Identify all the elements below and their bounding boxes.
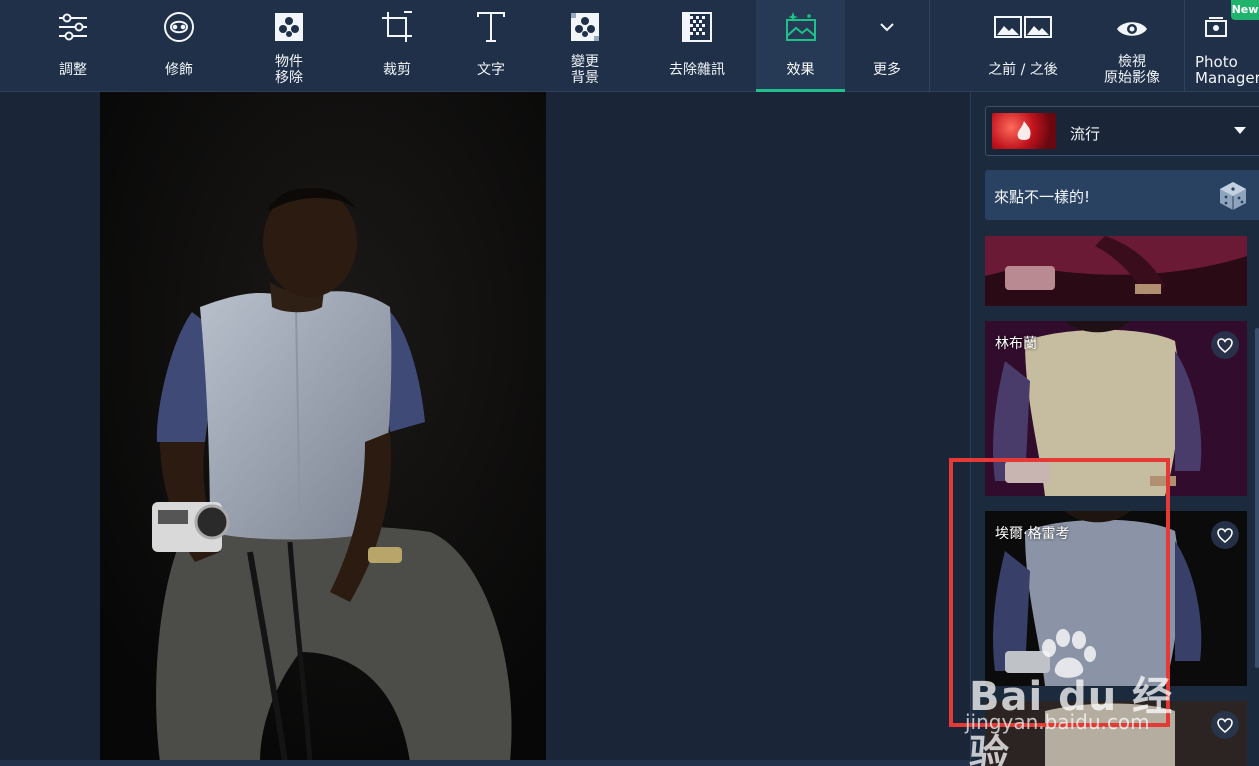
tool-denoise[interactable]: 去除雜訊 [650,0,744,92]
heart-icon [1217,528,1233,543]
caret-down-icon [1234,127,1246,134]
toolbar-divider [1184,0,1185,92]
tool-label: 物件 移除 [275,54,303,86]
effect-card[interactable]: 林布蘭 [985,321,1247,496]
tool-label: 去除雜訊 [669,62,725,78]
tool-before-after[interactable]: 之前 / 之後 [976,0,1070,92]
new-badge: New [1231,0,1259,20]
panel-scrollbar[interactable] [1255,328,1259,668]
eye-icon [1117,22,1147,36]
category-value: 流行 [1070,125,1101,143]
text-icon [477,12,505,42]
tool-view-original[interactable]: 檢視 原始影像 [1090,0,1174,92]
surprise-label: 來點不一樣的! [994,188,1091,206]
tool-label: 之前 / 之後 [988,62,1058,78]
face-icon [164,12,194,42]
watermark-url: jingyan.baidu.com [965,710,1150,734]
effects-icon [785,12,816,41]
tool-label: 修飾 [165,62,193,78]
dice-icon [1220,182,1246,210]
tool-label: 裁剪 [383,62,411,78]
top-toolbar: 調整 修飾 物件 移除 裁剪 文字 變更 背景 去除雜訊 效果 更多 之前 / … [0,0,1259,92]
crop-icon [382,11,412,42]
tool-adjust[interactable]: 調整 [28,0,118,92]
surprise-me-button[interactable]: 來點不一樣的! [985,170,1259,220]
background-icon [571,13,599,41]
tool-label: 調整 [59,62,87,78]
effect-thumbnail [985,236,1247,306]
photo-content [100,92,546,762]
tool-photo-manager[interactable]: Photo Manager New [1186,0,1259,92]
tool-effects[interactable]: 效果 [756,0,845,92]
heart-icon [1217,718,1233,733]
denoise-icon [682,12,712,42]
effect-name: 林布蘭 [995,336,1037,352]
tool-label: 更多 [873,62,901,78]
favorite-button[interactable] [1211,331,1239,359]
tool-label: 變更 背景 [571,54,599,86]
tool-text[interactable]: 文字 [446,0,536,92]
status-bar [0,760,970,766]
tool-label: 文字 [477,62,505,78]
effect-card[interactable] [985,236,1247,306]
toolbar-divider [929,0,930,92]
category-thumbnail [992,113,1056,149]
favorite-button[interactable] [1211,521,1239,549]
tool-label: 效果 [786,62,815,78]
flame-icon [1017,121,1031,140]
baidu-watermark: Bai du 经验 jingyan.baidu.com [965,628,1195,766]
tool-retouch[interactable]: 修飾 [134,0,224,92]
chevron-down-icon [880,23,894,32]
tool-label: Photo Manager [1195,53,1259,87]
effect-category-dropdown[interactable]: 流行 [985,106,1259,156]
favorite-button[interactable] [1211,711,1239,739]
photo-manager-icon [1205,17,1227,37]
heart-icon [1217,338,1233,353]
object-remove-icon [275,13,303,41]
edited-photo[interactable] [100,92,546,762]
sliders-icon [59,13,87,41]
tool-change-background[interactable]: 變更 背景 [540,0,630,92]
before-after-icon [994,16,1052,38]
tool-object-removal[interactable]: 物件 移除 [244,0,334,92]
tool-crop[interactable]: 裁剪 [352,0,442,92]
tool-label: 檢視 原始影像 [1104,54,1160,86]
tool-more[interactable]: 更多 [846,0,928,92]
effect-name: 埃爾·格雷考 [995,526,1070,542]
